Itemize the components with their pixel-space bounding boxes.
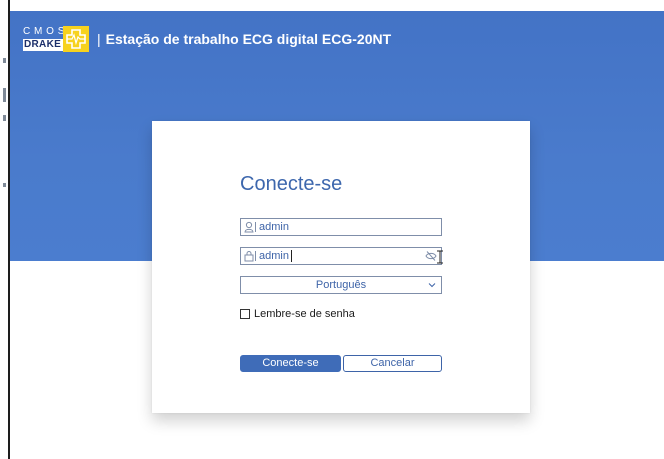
edge-mark <box>3 115 6 121</box>
edge-mark <box>3 183 6 187</box>
text-cursor-icon <box>437 250 443 264</box>
lock-icon <box>244 251 254 262</box>
edge-mark <box>3 58 6 63</box>
cmos-drake-logo: CMOS DRAKE <box>20 24 106 54</box>
chevron-down-icon <box>428 283 436 288</box>
password-input[interactable] <box>259 248 424 264</box>
field-divider <box>255 222 256 232</box>
logo-text-top: CMOS <box>23 26 69 37</box>
login-button[interactable]: Conecte-se <box>240 355 341 372</box>
window-left-edge <box>0 0 10 459</box>
username-field[interactable] <box>240 218 442 236</box>
text-caret <box>291 250 292 262</box>
title-separator: | <box>97 31 101 47</box>
language-select[interactable]: Português <box>240 276 442 294</box>
login-dialog: Conecte-se Português Lembre-se de senha … <box>152 121 530 413</box>
logo-text-bottom: DRAKE <box>23 39 63 51</box>
app-title: | Estação de trabalho ECG digital ECG-20N… <box>97 31 391 47</box>
username-input[interactable] <box>259 219 424 235</box>
cancel-button[interactable]: Cancelar <box>343 355 442 372</box>
language-selected: Português <box>315 279 367 291</box>
remember-label: Lembre-se de senha <box>254 308 355 320</box>
password-field[interactable] <box>240 247 442 265</box>
login-title: Conecte-se <box>240 173 343 195</box>
field-divider <box>255 251 256 261</box>
edge-mark <box>3 88 6 102</box>
medical-cross-icon <box>63 26 89 52</box>
user-icon <box>244 221 254 233</box>
remember-checkbox[interactable] <box>240 309 250 319</box>
app-title-text: Estação de trabalho ECG digital ECG-20NT <box>105 31 392 47</box>
remember-password[interactable]: Lembre-se de senha <box>240 307 355 321</box>
